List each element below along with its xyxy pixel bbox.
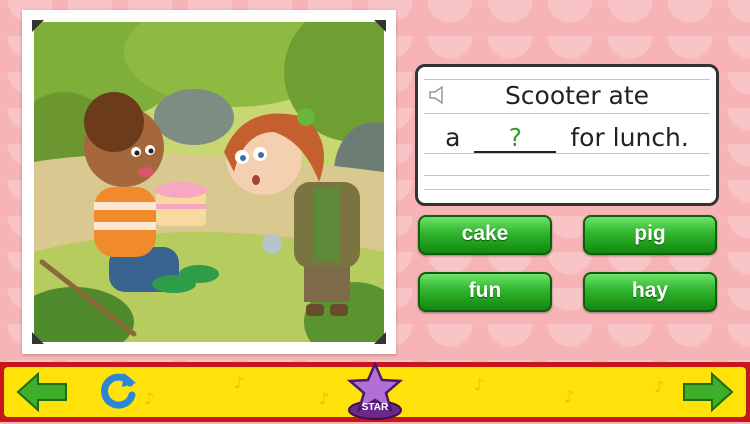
replay-icon[interactable] xyxy=(96,369,140,417)
answer-blank: ? xyxy=(474,125,557,153)
ruled-line xyxy=(424,79,710,80)
back-arrow-icon[interactable] xyxy=(14,370,70,418)
sentence-line-2: a ? for lunch. xyxy=(418,123,716,153)
sentence-suffix: for lunch. xyxy=(570,123,689,152)
ruled-line xyxy=(424,113,710,114)
sentence-prefix: a xyxy=(445,123,461,152)
music-note-icon: ♪ xyxy=(144,389,155,408)
star-label: STAR xyxy=(361,402,389,413)
ruled-line xyxy=(424,175,710,176)
story-illustration xyxy=(34,22,384,342)
answer-button-pig[interactable]: pig xyxy=(583,215,717,255)
illustration-scene xyxy=(34,22,384,342)
music-note-icon: ♪ xyxy=(234,373,245,392)
music-note-icon: ♪ xyxy=(564,387,575,406)
next-arrow-icon[interactable] xyxy=(680,370,736,418)
ruled-line xyxy=(424,189,710,190)
ruled-line xyxy=(424,153,710,154)
music-note-icon: ♪ xyxy=(654,377,665,396)
answer-button-cake[interactable]: cake xyxy=(418,215,552,255)
answer-button-hay[interactable]: hay xyxy=(583,272,717,312)
bottom-toolbar: ♪ ♪ ♪ ♪ ♪ ♪ STAR xyxy=(0,360,750,424)
sentence-card: Scooter ate a ? for lunch. xyxy=(415,64,719,206)
music-note-icon: ♪ xyxy=(319,389,330,408)
answer-button-fun[interactable]: fun xyxy=(418,272,552,312)
star-button[interactable]: STAR xyxy=(344,360,406,424)
music-note-icon: ♪ xyxy=(474,375,485,394)
sentence-line-1: Scooter ate xyxy=(504,81,650,110)
story-illustration-frame xyxy=(22,10,396,354)
